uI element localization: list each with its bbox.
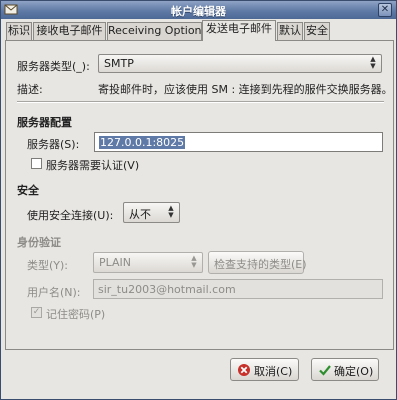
section-divider xyxy=(17,101,384,103)
server-label: 服务器(S): xyxy=(27,138,80,151)
server-type-value: SMTP xyxy=(104,57,134,70)
server-input-value: 127.0.0.1:8025 xyxy=(99,136,186,149)
remember-password-checkbox[interactable]: ✓ xyxy=(31,307,42,318)
tab-security[interactable]: 安全 xyxy=(304,22,330,40)
close-icon: ✕ xyxy=(380,4,390,15)
username-input[interactable]: sir_tu2003@hotmail.com xyxy=(93,279,383,299)
cancel-label: 取消(C) xyxy=(254,365,293,378)
tab-defaults[interactable]: 默认 xyxy=(277,22,303,40)
authentication-heading: 身份验证 xyxy=(17,236,61,249)
server-config-heading: 服务器配置 xyxy=(17,116,72,129)
cancel-icon xyxy=(238,364,250,376)
ok-button[interactable]: 确定(O) xyxy=(311,358,379,381)
ok-label: 确定(O) xyxy=(334,365,374,378)
up-down-arrows-icon: ▲ ▼ xyxy=(191,254,197,269)
checkmark-icon xyxy=(319,365,331,376)
auth-required-label: 服务器需要认证(V) xyxy=(46,159,140,172)
description-label: 描述: xyxy=(17,83,43,96)
security-heading: 安全 xyxy=(17,184,39,197)
secure-connection-select[interactable]: 从不 ▲ ▼ xyxy=(123,202,180,223)
secure-connection-value: 从不 xyxy=(129,208,151,221)
window-title: 帐户编辑器 xyxy=(171,5,226,18)
up-down-arrows-icon: ▲ ▼ xyxy=(370,55,376,70)
tab-strip: 标识 接收电子邮件 Receiving Options 发送电子邮件 默认 安全 xyxy=(5,20,394,41)
server-type-select[interactable]: SMTP ▲ ▼ xyxy=(98,54,382,73)
up-down-arrows-icon: ▲ ▼ xyxy=(168,204,174,219)
server-type-label: 服务器类型(_): xyxy=(17,60,90,73)
server-input[interactable]: 127.0.0.1:8025 xyxy=(94,132,383,152)
check-supported-types-label: 检查支持的类型(E) xyxy=(214,258,307,271)
description-text: 寄投邮件时，应该使用 SM : 连接到先程的服件交换服务器。 xyxy=(98,83,393,96)
cancel-button[interactable]: 取消(C) xyxy=(230,358,299,381)
auth-type-label: 类型(Y): xyxy=(27,259,69,272)
auth-type-select[interactable]: PLAIN ▲ ▼ xyxy=(93,252,203,273)
account-editor-window: 帐户编辑器 ✕ 标识 接收电子邮件 Receiving Options 发送电子… xyxy=(0,0,397,400)
remember-password-label: 记住密码(P) xyxy=(46,308,106,321)
title-bar[interactable]: 帐户编辑器 ✕ xyxy=(1,1,396,19)
auth-required-checkbox[interactable] xyxy=(31,158,42,169)
secure-connection-label: 使用安全连接(U): xyxy=(27,209,114,222)
username-label: 用户名(N): xyxy=(27,286,81,299)
username-value: sir_tu2003@hotmail.com xyxy=(98,283,236,296)
auth-type-value: PLAIN xyxy=(99,256,132,269)
sending-mail-panel: 服务器类型(_): SMTP ▲ ▼ 描述: 寄投邮件时，应该使用 SM : 连接… xyxy=(5,40,394,350)
tab-identity[interactable]: 标识 xyxy=(6,22,32,40)
tab-sending-mail[interactable]: 发送电子邮件 xyxy=(202,20,276,41)
close-window-button[interactable]: ✕ xyxy=(378,3,392,17)
check-supported-types-button[interactable]: 检查支持的类型(E) xyxy=(208,251,307,274)
tab-receiving-mail[interactable]: 接收电子邮件 xyxy=(33,22,106,40)
tab-receiving-options[interactable]: Receiving Options xyxy=(107,22,202,40)
